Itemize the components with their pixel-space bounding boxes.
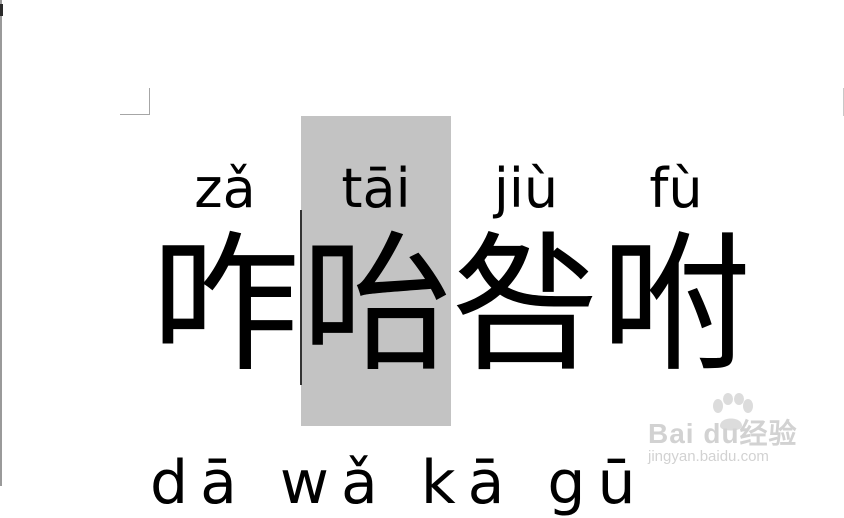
pinyin-1[interactable]: zǎ	[150, 154, 300, 224]
document-left-edge	[0, 0, 2, 486]
text-cursor	[300, 210, 302, 385]
pinyin-3[interactable]: jiù	[451, 154, 601, 224]
hanzi-1[interactable]: 咋	[150, 226, 300, 386]
page-corner-marker	[120, 88, 150, 115]
hanzi-3[interactable]: 咎	[451, 226, 601, 386]
pinyin-4[interactable]: fù	[601, 154, 751, 224]
baidu-watermark: Bai du经验 jingyan.baidu.com	[648, 392, 838, 472]
edge-marker	[0, 4, 3, 16]
hanzi-4[interactable]: 咐	[601, 226, 751, 386]
hanzi-2[interactable]: 咍	[301, 226, 451, 386]
watermark-logo-text: Bai du经验	[648, 418, 798, 449]
pinyin-2[interactable]: tāi	[301, 154, 451, 224]
watermark-url: jingyan.baidu.com	[648, 448, 769, 465]
